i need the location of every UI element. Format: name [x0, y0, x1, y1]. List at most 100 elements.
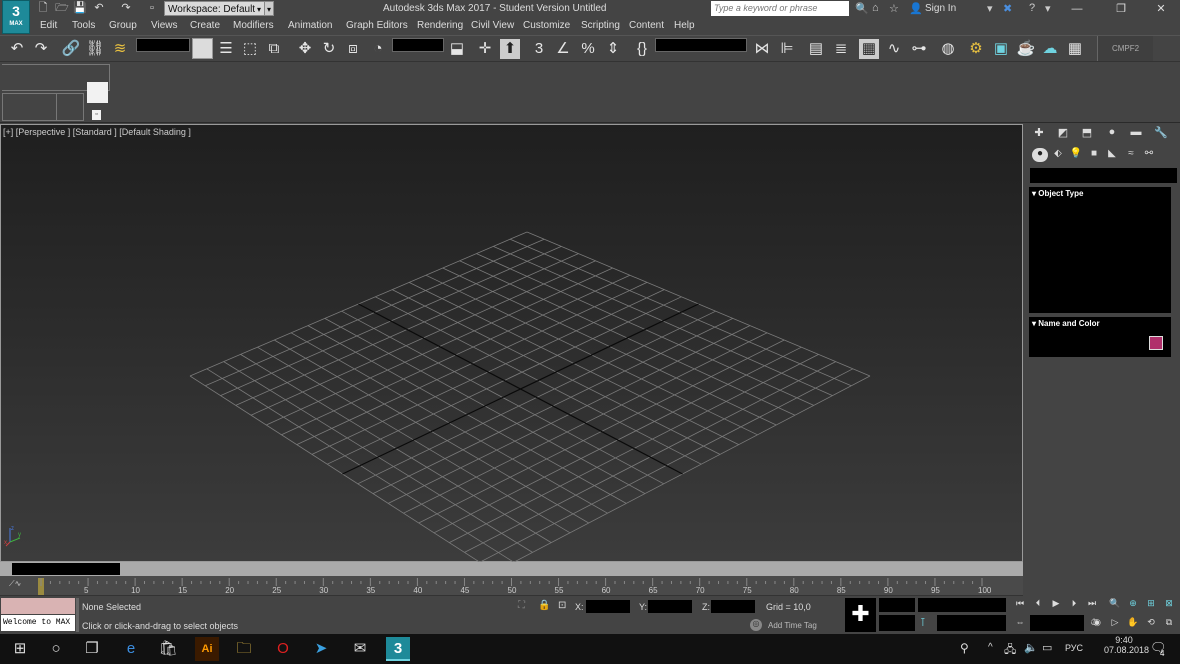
previous-frame-icon[interactable]: ⏴	[1030, 598, 1046, 612]
zoom-extents-icon[interactable]: ⊞	[1143, 598, 1159, 612]
pivot-center-icon[interactable]: ⬓	[447, 39, 467, 59]
menu-graph-editors[interactable]: Graph Editors	[346, 20, 408, 31]
taskbar-clock[interactable]: 9:40 07.08.2018	[1104, 635, 1149, 655]
create-tab-icon[interactable]: ✚	[1030, 126, 1048, 142]
pan-icon[interactable]: ✋	[1125, 617, 1141, 631]
selection-set-dropdown[interactable]	[937, 615, 1006, 631]
window-crossing-icon[interactable]: ⧉	[264, 39, 284, 59]
illustrator-icon[interactable]: Ai	[195, 637, 219, 661]
select-by-name-icon[interactable]: ☰	[216, 39, 236, 59]
x-coordinate-field[interactable]	[586, 600, 630, 613]
telegram-icon[interactable]: ➤	[309, 637, 333, 661]
auto-key-button[interactable]	[879, 598, 915, 612]
close-button[interactable]: ✕	[1142, 0, 1180, 18]
key-filter-selection-dropdown[interactable]	[918, 598, 1006, 612]
battery-icon[interactable]: ▭	[1042, 641, 1052, 654]
spinner-snap-icon[interactable]: ⇕	[603, 39, 623, 59]
ribbon-toggle-icon[interactable]: ▦	[859, 39, 879, 59]
select-object-button[interactable]	[192, 38, 213, 59]
volume-icon[interactable]: 🔈	[1024, 641, 1038, 654]
place-icon[interactable]: ◔	[368, 39, 388, 59]
menu-tools[interactable]: Tools	[72, 20, 95, 31]
scene-explorer-icon[interactable]: ▤	[806, 39, 826, 59]
menu-customize[interactable]: Customize	[523, 20, 570, 31]
windows-start-icon[interactable]: ⊞	[8, 637, 32, 661]
schematic-view-icon[interactable]: ⊶	[909, 39, 929, 59]
redo-quick-icon[interactable]: ↷	[119, 2, 133, 15]
task-view-icon[interactable]: ❐	[80, 637, 104, 661]
subscription-icon[interactable]: ⌂	[872, 2, 879, 14]
add-time-tag-button[interactable]: Add Time Tag	[768, 621, 817, 630]
exchange-icon[interactable]: ✖	[1003, 2, 1012, 15]
edit-named-selection-icon[interactable]: {}	[632, 39, 652, 59]
set-key-button[interactable]: ✚	[845, 598, 876, 632]
time-slider[interactable]	[0, 562, 1023, 576]
align-icon[interactable]: ⊫	[777, 39, 797, 59]
menu-edit[interactable]: Edit	[40, 20, 57, 31]
search-taskbar-icon[interactable]: ○	[44, 637, 68, 661]
geometry-icon[interactable]: ●	[1032, 148, 1048, 162]
menu-group[interactable]: Group	[109, 20, 137, 31]
key-filters-icon[interactable]: ⊺	[920, 616, 926, 629]
workspace-dropdown[interactable]: Workspace: Default ▾ ▾	[164, 1, 274, 16]
unlink-selection-icon[interactable]: ⛓	[85, 39, 105, 59]
object-color-swatch[interactable]	[1149, 336, 1163, 350]
time-slider-thumb[interactable]	[12, 563, 120, 575]
selection-lock-icon[interactable]: 🔒	[538, 600, 550, 611]
minimize-button[interactable]: —	[1058, 0, 1096, 18]
go-to-end-icon[interactable]: ⏭	[1084, 598, 1100, 612]
render-production-icon[interactable]: ☕	[1016, 39, 1036, 59]
move-icon[interactable]: ✥	[295, 39, 315, 59]
snaps-toggle-icon[interactable]: 3	[529, 39, 549, 59]
bind-space-warp-icon[interactable]: ≋	[110, 39, 130, 59]
undo-quick-icon[interactable]: ↶	[92, 2, 106, 15]
menu-content[interactable]: Content	[629, 20, 664, 31]
network-icon[interactable]: 🖧	[1004, 641, 1016, 660]
rotate-icon[interactable]: ↻	[319, 39, 339, 59]
search-icon[interactable]: 🔍	[855, 2, 869, 15]
save-icon[interactable]: 💾	[73, 2, 87, 15]
maximize-viewport-icon[interactable]: ⧉	[1161, 617, 1177, 631]
a360-gallery-icon[interactable]: ▦	[1065, 39, 1085, 59]
named-selection-sets-dropdown[interactable]	[655, 38, 747, 52]
redo-icon[interactable]: ↷	[31, 39, 51, 59]
new-file-icon[interactable]: 🗋	[36, 2, 50, 15]
user-icon[interactable]: 👤	[909, 2, 923, 15]
menu-modifiers[interactable]: Modifiers	[233, 20, 274, 31]
z-coordinate-field[interactable]	[711, 600, 755, 613]
motion-tab-icon[interactable]: ●	[1103, 126, 1121, 142]
zoom-extents-all-icon[interactable]: ⊠	[1161, 598, 1177, 612]
menu-views[interactable]: Views	[151, 20, 178, 31]
menu-animation[interactable]: Animation	[288, 20, 332, 31]
shapes-icon[interactable]: ⬖	[1050, 148, 1066, 162]
selection-filter-dropdown[interactable]	[136, 38, 190, 52]
modify-tab-icon[interactable]: ◩	[1054, 126, 1072, 142]
utilities-tab-icon[interactable]: 🔧	[1152, 126, 1170, 142]
maxscript-input[interactable]: Welcome to MAX	[1, 615, 75, 631]
walk-through-icon[interactable]: ▷	[1107, 617, 1123, 631]
lights-icon[interactable]: 💡	[1068, 148, 1084, 162]
set-key-toggle[interactable]	[879, 615, 915, 631]
systems-icon[interactable]: ⚯	[1141, 148, 1157, 162]
mirror-icon[interactable]: ⋈	[752, 39, 772, 59]
current-frame-field[interactable]	[1030, 615, 1084, 631]
time-tag-icon[interactable]: ◎	[750, 619, 762, 631]
file-explorer-icon[interactable]: 🗀	[232, 637, 256, 661]
ribbon-small-button[interactable]: ▫	[92, 110, 101, 120]
orbit-icon[interactable]: ⟲	[1143, 617, 1159, 631]
select-manipulate-icon[interactable]: ✛	[475, 39, 495, 59]
help-icon[interactable]: ?	[1029, 2, 1035, 14]
play-icon[interactable]: ▶	[1048, 598, 1064, 612]
viewport-label-menu[interactable]: [+] [Perspective ] [Standard ] [Default …	[3, 127, 191, 137]
scale-icon[interactable]: ⧈	[343, 39, 363, 59]
opera-icon[interactable]: O	[271, 637, 295, 661]
y-coordinate-field[interactable]	[648, 600, 692, 613]
menu-civil-view[interactable]: Civil View	[471, 20, 514, 31]
sign-in-dropdown-icon[interactable]: ▾	[987, 2, 993, 15]
angle-snap-icon[interactable]: ∠	[553, 39, 573, 59]
field-of-view-icon[interactable]: ◉	[1089, 617, 1105, 631]
display-tab-icon[interactable]: ▬	[1127, 126, 1145, 142]
app-logo-button[interactable]: 3 MAX	[2, 0, 30, 34]
favorites-icon[interactable]: ☆	[889, 2, 899, 15]
select-and-link-icon[interactable]: 🔗	[61, 39, 81, 59]
